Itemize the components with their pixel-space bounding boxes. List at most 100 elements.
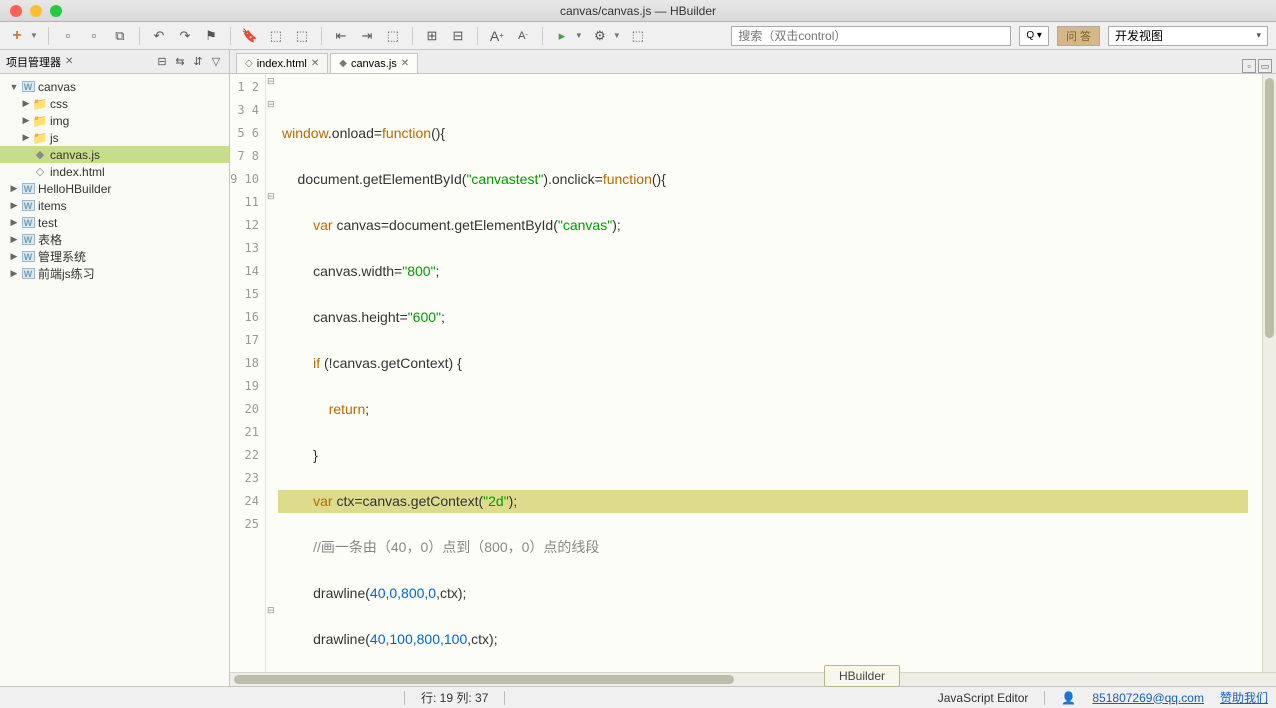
editor-tabs: ◇index.html✕ ◆ canvas.js ✕ ▫ ▭: [230, 50, 1276, 74]
collapse-icon[interactable]: ⊟: [449, 27, 467, 45]
save-all-icon[interactable]: ▫: [85, 27, 103, 45]
tab-canvas-js[interactable]: ◆ canvas.js ✕: [330, 53, 418, 73]
html-file-icon: ◇: [32, 165, 48, 178]
font-decrease-icon[interactable]: A-: [514, 27, 532, 45]
js-file-icon: ◆: [32, 148, 48, 161]
expand-icon[interactable]: ⊞: [423, 27, 441, 45]
run-dropdown-icon[interactable]: ▼: [575, 31, 583, 40]
settings-icon[interactable]: ⚙: [591, 27, 609, 45]
tab-label: canvas.js: [351, 58, 397, 70]
wrap-icon[interactable]: ⬚: [384, 27, 402, 45]
chevron-down-icon: ▾: [1256, 30, 1261, 41]
fold-column: ⊟ ⊟ ⊟ ⊟: [266, 74, 278, 672]
editor-mode: JavaScript Editor: [938, 691, 1029, 705]
horizontal-scrollbar[interactable]: [230, 672, 1276, 686]
cursor-position: 行: 19 列: 37: [421, 689, 488, 706]
view-menu-icon[interactable]: ▽: [209, 55, 223, 69]
panel-close-icon[interactable]: ✕: [65, 56, 73, 67]
line-gutter: 1 2 3 4 5 6 7 8 9 10 11 12 13 14 15 16 1…: [230, 74, 266, 672]
font-increase-icon[interactable]: A+: [488, 27, 506, 45]
tree-item-frontend-js[interactable]: ▶W前端js练习: [0, 265, 229, 282]
panel-title: 项目管理器: [6, 54, 61, 70]
tree-label: test: [38, 216, 57, 230]
copy-icon[interactable]: ⧉: [111, 27, 129, 45]
minimize-window-icon[interactable]: [30, 5, 42, 17]
step-back-icon[interactable]: ⇤: [332, 27, 350, 45]
panel-header: 项目管理器 ✕ ⊟ ⇆ ⇵ ▽: [0, 50, 229, 74]
tab-close-icon[interactable]: ✕: [401, 58, 409, 69]
project-tree: ▼Wcanvas ▶css ▶img ▶js ◆canvas.js ◇index…: [0, 74, 229, 286]
tree-item-items[interactable]: ▶Witems: [0, 197, 229, 214]
tree-label: index.html: [50, 165, 105, 179]
vertical-scrollbar[interactable]: [1262, 74, 1276, 672]
folder-icon: [32, 131, 48, 145]
preview-icon[interactable]: ⬚: [629, 27, 647, 45]
folder-icon: [32, 114, 48, 128]
tree-item-canvas[interactable]: ▼Wcanvas: [0, 78, 229, 95]
tree-item-img[interactable]: ▶img: [0, 112, 229, 129]
redo-icon[interactable]: ↷: [176, 27, 194, 45]
perspective-label: 开发视图: [1115, 27, 1163, 44]
tree-item-table[interactable]: ▶W表格: [0, 231, 229, 248]
run-button[interactable]: ▸: [553, 27, 571, 45]
fold-toggle-icon[interactable]: ⊟: [267, 99, 275, 110]
search-scope-dropdown[interactable]: Q ▾: [1019, 26, 1049, 46]
tree-label: 前端js练习: [38, 265, 95, 282]
new-button[interactable]: +: [8, 27, 26, 45]
tree-item-css[interactable]: ▶css: [0, 95, 229, 112]
window-title: canvas/canvas.js — HBuilder: [560, 4, 716, 18]
tree-label: js: [50, 131, 59, 145]
new-dropdown-icon[interactable]: ▼: [30, 31, 38, 40]
tree-item-hellohbuilder[interactable]: ▶WHelloHBuilder: [0, 180, 229, 197]
outdent-icon[interactable]: ⬚: [267, 27, 285, 45]
user-email-link[interactable]: 851807269@qq.com: [1092, 691, 1204, 705]
search-input[interactable]: [731, 26, 1011, 46]
qa-button[interactable]: 问 答: [1057, 26, 1100, 46]
folder-icon: [32, 97, 48, 111]
tooltip: HBuilder: [824, 665, 900, 687]
js-file-icon: ◆: [339, 58, 347, 69]
minimize-pane-icon[interactable]: ▫: [1242, 59, 1256, 73]
tree-item-canvas-js[interactable]: ◆canvas.js: [0, 146, 229, 163]
editor-area: ◇index.html✕ ◆ canvas.js ✕ ▫ ▭ 1 2 3 4 5 6…: [230, 50, 1276, 686]
tree-item-js[interactable]: ▶js: [0, 129, 229, 146]
tree-label: canvas: [38, 80, 76, 94]
tree-item-mgmt[interactable]: ▶W管理系统: [0, 248, 229, 265]
fold-toggle-icon[interactable]: ⊟: [267, 76, 275, 87]
scrollbar-thumb[interactable]: [234, 675, 734, 684]
html-file-icon: ◇: [245, 58, 253, 69]
settings-dropdown-icon[interactable]: ▼: [613, 31, 621, 40]
tree-label: img: [50, 114, 69, 128]
tab-close-icon[interactable]: ✕: [311, 58, 319, 69]
title-bar: canvas/canvas.js — HBuilder: [0, 0, 1276, 22]
tree-label: 管理系统: [38, 248, 86, 265]
collapse-all-icon[interactable]: ⊟: [155, 55, 169, 69]
save-icon[interactable]: ▫: [59, 27, 77, 45]
scrollbar-thumb[interactable]: [1265, 78, 1274, 338]
maximize-pane-icon[interactable]: ▭: [1258, 59, 1272, 73]
flag-icon[interactable]: ⚑: [202, 27, 220, 45]
project-explorer-panel: 项目管理器 ✕ ⊟ ⇆ ⇵ ▽ ▼Wcanvas ▶css ▶img ▶js ◆…: [0, 50, 230, 686]
step-fwd-icon[interactable]: ⇥: [358, 27, 376, 45]
filter-icon[interactable]: ⇵: [191, 55, 205, 69]
link-editor-icon[interactable]: ⇆: [173, 55, 187, 69]
perspective-selector[interactable]: 开发视图 ▾: [1108, 26, 1268, 46]
tab-controls: ▫ ▭: [1242, 59, 1276, 73]
undo-icon[interactable]: ↶: [150, 27, 168, 45]
main-split: 项目管理器 ✕ ⊟ ⇆ ⇵ ▽ ▼Wcanvas ▶css ▶img ▶js ◆…: [0, 50, 1276, 686]
code-content[interactable]: window.onload=function(){ document.getEl…: [278, 74, 1262, 672]
tree-label: css: [50, 97, 68, 111]
bookmark-icon[interactable]: 🔖: [241, 27, 259, 45]
tree-item-test[interactable]: ▶Wtest: [0, 214, 229, 231]
indent-icon[interactable]: ⬚: [293, 27, 311, 45]
fold-toggle-icon[interactable]: ⊟: [267, 605, 275, 616]
window-controls: [0, 5, 62, 17]
main-toolbar: +▼ ▫ ▫ ⧉ ↶ ↷ ⚑ 🔖 ⬚ ⬚ ⇤ ⇥ ⬚ ⊞ ⊟ A+ A- ▸▼ …: [0, 22, 1276, 50]
tab-index-html[interactable]: ◇index.html✕: [236, 53, 328, 73]
code-editor[interactable]: 1 2 3 4 5 6 7 8 9 10 11 12 13 14 15 16 1…: [230, 74, 1276, 672]
sponsor-link[interactable]: 赞助我们: [1220, 689, 1268, 706]
maximize-window-icon[interactable]: [50, 5, 62, 17]
fold-toggle-icon[interactable]: ⊟: [267, 191, 275, 202]
close-window-icon[interactable]: [10, 5, 22, 17]
tree-item-index-html[interactable]: ◇index.html: [0, 163, 229, 180]
